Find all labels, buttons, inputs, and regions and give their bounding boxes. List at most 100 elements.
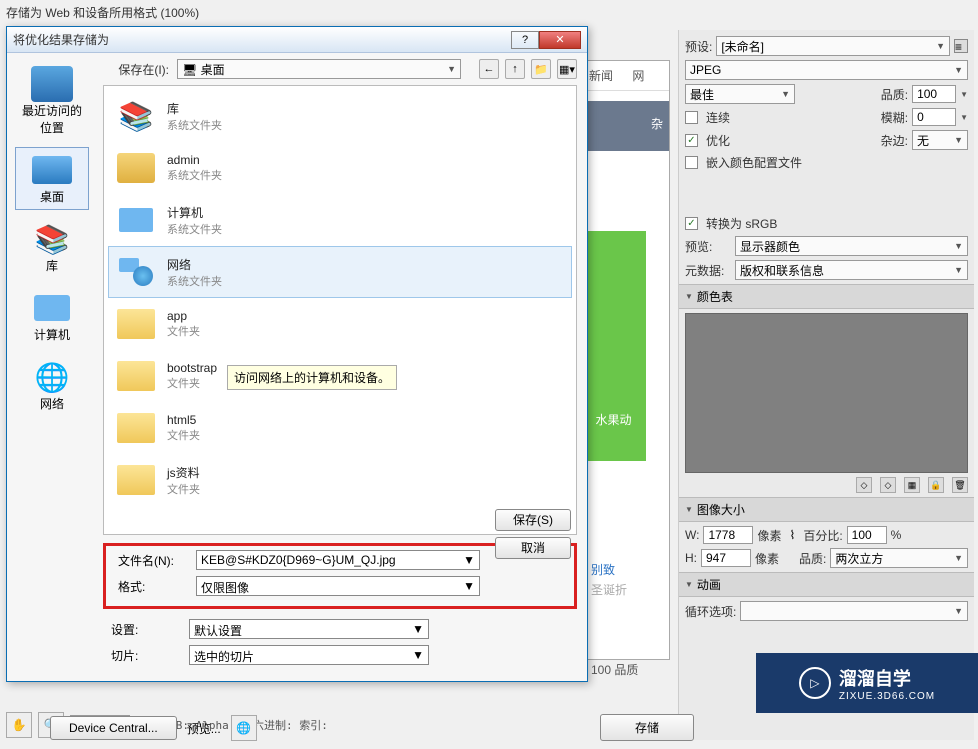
convert-srgb-label: 转换为 sRGB <box>706 215 777 232</box>
resample-label: 品质: <box>799 550 826 567</box>
save-in-label: 保存在(I): <box>103 61 169 78</box>
progressive-label: 连续 <box>706 109 730 126</box>
loop-label: 循环选项: <box>685 603 736 620</box>
file-item-computer[interactable]: 计算机系统文件夹 <box>108 194 572 246</box>
preview-label: 预览: <box>685 238 731 255</box>
folder-icon <box>115 149 157 187</box>
up-icon[interactable]: ↑ <box>505 59 525 79</box>
place-desktop[interactable]: 桌面 <box>15 147 89 210</box>
options-panel: 预设: [未命名]▼ ≡ JPEG▼ 最佳▼ 品质: ▼ 连续 模糊: ▼ 优化… <box>678 30 974 740</box>
filename-input[interactable]: KEB@S#KDZ0{D969~G}UM_QJ.jpg▼ <box>196 550 480 570</box>
format-label: 格式: <box>110 578 186 595</box>
folder-icon <box>115 409 157 447</box>
places-bar: 最近访问的位置 桌面 📚 库 计算机 🌐 网络 <box>7 53 97 681</box>
save-in-select[interactable]: 🖥 桌面▼ <box>177 59 461 79</box>
settings-select[interactable]: 默认设置▼ <box>189 619 429 639</box>
convert-srgb-checkbox[interactable] <box>685 217 698 230</box>
device-central-button[interactable]: Device Central... <box>50 716 177 740</box>
file-item-html5[interactable]: html5文件夹 <box>108 402 572 454</box>
close-button[interactable]: ✕ <box>539 31 581 49</box>
new-folder-icon[interactable]: 📁 <box>531 59 551 79</box>
preview-bottom-sub: 圣诞折 <box>591 581 627 598</box>
file-item-library[interactable]: 📚 库系统文件夹 <box>108 90 572 142</box>
color-table <box>685 313 968 473</box>
file-item-admin[interactable]: admin系统文件夹 <box>108 142 572 194</box>
dialog-titlebar[interactable]: 将优化结果存储为 ? ✕ <box>7 27 587 53</box>
preview-select[interactable]: 显示器颜色▼ <box>735 236 968 256</box>
metadata-select[interactable]: 版权和联系信息▼ <box>735 260 968 280</box>
place-library[interactable]: 📚 库 <box>15 216 89 279</box>
file-item-app[interactable]: app文件夹 <box>108 298 572 350</box>
percent-unit: % <box>891 528 902 542</box>
back-icon[interactable]: ← <box>479 59 499 79</box>
matte-label: 杂边: <box>881 132 908 149</box>
progressive-checkbox[interactable] <box>685 111 698 124</box>
save-dialog: 将优化结果存储为 ? ✕ 最近访问的位置 桌面 📚 库 计算机 <box>6 26 588 682</box>
matte-select[interactable]: 无▼ <box>912 130 968 150</box>
network-icon: 🌐 <box>31 359 73 395</box>
place-recent[interactable]: 最近访问的位置 <box>15 61 89 141</box>
place-computer[interactable]: 计算机 <box>15 285 89 348</box>
quality-input[interactable] <box>912 85 956 103</box>
recent-icon <box>31 66 73 102</box>
place-label: 桌面 <box>40 188 64 205</box>
library-folder-icon: 📚 <box>115 97 157 135</box>
hand-tool-icon[interactable]: ✋ <box>6 712 32 738</box>
file-item-js[interactable]: js资料文件夹 <box>108 454 572 506</box>
folder-icon <box>115 305 157 343</box>
file-item-network[interactable]: 网络系统文件夹 <box>108 246 572 298</box>
width-unit: 像素 <box>757 527 781 544</box>
save-button[interactable]: 保存(S) <box>495 509 571 531</box>
preset-select[interactable]: [未命名]▼ <box>716 36 950 56</box>
network-folder-icon <box>115 253 157 291</box>
canvas-preview: 新闻 网 杂 水果动 别致 圣诞折 100 品质 <box>580 60 670 660</box>
preview-bottom-title: 别致 <box>591 561 615 578</box>
preview-green-block: 水果动 <box>581 231 646 461</box>
height-input[interactable] <box>701 549 751 567</box>
embed-profile-label: 嵌入颜色配置文件 <box>706 154 802 171</box>
store-button[interactable]: 存储 <box>600 714 694 741</box>
resample-select[interactable]: 两次立方▼ <box>830 548 968 568</box>
loop-select[interactable]: ▼ <box>740 601 968 621</box>
place-label: 网络 <box>40 395 64 412</box>
embed-profile-checkbox[interactable] <box>685 156 698 169</box>
image-size-header[interactable]: 图像大小 <box>679 497 974 522</box>
folder-icon <box>115 357 157 395</box>
ct-icon-2[interactable]: ◇ <box>880 477 896 493</box>
color-table-header[interactable]: 颜色表 <box>679 284 974 309</box>
preview-meta: 100 品质 <box>591 661 638 678</box>
ct-trash-icon[interactable]: 🗑 <box>952 477 968 493</box>
place-network[interactable]: 🌐 网络 <box>15 354 89 417</box>
cancel-button[interactable]: 取消 <box>495 537 571 559</box>
percent-label: 百分比: <box>803 527 842 544</box>
ct-icon-1[interactable]: ◇ <box>856 477 872 493</box>
percent-input[interactable] <box>847 526 887 544</box>
browser-preview-icon[interactable]: 🌐 <box>231 715 257 741</box>
dialog-title: 将优化结果存储为 <box>13 31 109 48</box>
ct-lock-icon[interactable]: 🔒 <box>928 477 944 493</box>
format-select[interactable]: JPEG▼ <box>685 60 968 80</box>
file-list[interactable]: 📚 库系统文件夹 admin系统文件夹 计算机系统文件夹 网络系统文件夹 <box>103 85 577 535</box>
help-button[interactable]: ? <box>511 31 539 49</box>
slice-select[interactable]: 选中的切片▼ <box>189 645 429 665</box>
place-label: 库 <box>46 257 58 274</box>
tooltip: 访问网络上的计算机和设备。 <box>227 365 397 390</box>
folder-icon <box>115 461 157 499</box>
link-icon[interactable]: ⌇ <box>785 528 799 542</box>
quality-preset-select[interactable]: 最佳▼ <box>685 84 795 104</box>
panel-menu-icon[interactable]: ≡ <box>954 39 968 53</box>
width-input[interactable] <box>703 526 753 544</box>
place-label: 计算机 <box>34 326 70 343</box>
view-menu-icon[interactable]: ▦▾ <box>557 59 577 79</box>
format-select[interactable]: 仅限图像▼ <box>196 576 480 596</box>
blur-input[interactable] <box>912 108 956 126</box>
optimize-checkbox[interactable] <box>685 134 698 147</box>
blur-label: 模糊: <box>881 109 908 126</box>
height-label: H: <box>685 551 697 565</box>
preview-dropdown-label: 预览... <box>187 720 221 737</box>
ct-icon-3[interactable]: ▦ <box>904 477 920 493</box>
animation-header[interactable]: 动画 <box>679 572 974 597</box>
watermark-title: 溜溜自学 <box>839 665 935 691</box>
watermark-url: ZIXUE.3D66.COM <box>839 691 935 702</box>
quality-label: 品质: <box>881 86 908 103</box>
